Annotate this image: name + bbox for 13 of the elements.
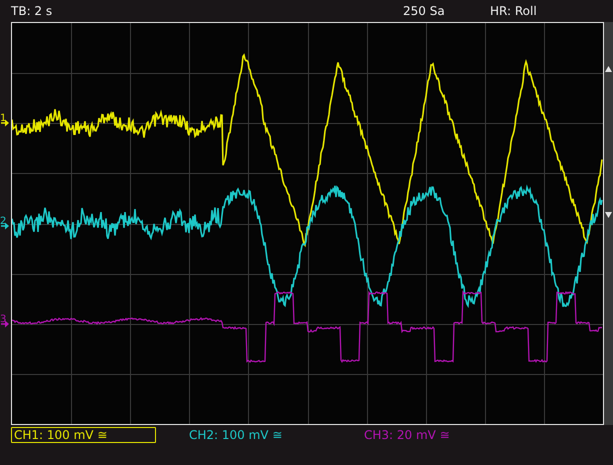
- channel-number: 2: [0, 217, 6, 227]
- sample-count: 250 Sa: [403, 4, 446, 18]
- down-arrow-icon[interactable]: [605, 212, 612, 218]
- timebase-label: TB: 2 s: [11, 4, 54, 18]
- channel-readout: CH3: 20 mV ≅: [363, 427, 451, 443]
- arrow-icon: [1, 222, 10, 230]
- channel-readout: CH1: 100 mV ≅: [11, 427, 156, 443]
- channel-number: 1: [0, 114, 6, 124]
- acquisition-mode: HR: Roll: [490, 4, 537, 18]
- channel-number: 3: [0, 315, 6, 325]
- channel-readout: CH2: 100 mV ≅: [188, 427, 284, 443]
- up-arrow-icon[interactable]: [605, 66, 612, 72]
- arrow-icon: [1, 119, 10, 127]
